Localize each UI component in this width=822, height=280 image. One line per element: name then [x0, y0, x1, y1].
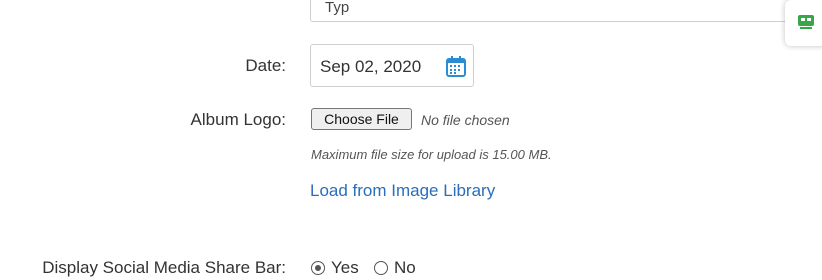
radio-yes-button[interactable] — [311, 261, 325, 275]
calendar-icon[interactable] — [446, 56, 466, 77]
top-text-input[interactable]: Typ — [310, 0, 810, 22]
social-share-label: Display Social Media Share Bar: — [42, 258, 286, 277]
no-file-text: No file chosen — [421, 112, 510, 128]
radio-yes-label: Yes — [331, 258, 359, 277]
album-logo-label: Album Logo: — [190, 110, 286, 129]
date-value: Sep 02, 2020 — [320, 57, 422, 76]
load-image-library-link[interactable]: Load from Image Library — [310, 181, 495, 201]
side-widget-tab[interactable] — [785, 0, 822, 46]
top-input-value: Typ — [325, 0, 350, 16]
radio-no-button[interactable] — [374, 261, 388, 275]
choose-file-button[interactable]: Choose File — [311, 108, 412, 130]
date-label: Date: — [245, 56, 286, 75]
upload-size-hint: Maximum file size for upload is 15.00 MB… — [311, 147, 552, 162]
robot-icon — [798, 15, 814, 29]
date-picker-field[interactable]: Sep 02, 2020 — [310, 44, 474, 87]
radio-no-label: No — [394, 258, 416, 277]
